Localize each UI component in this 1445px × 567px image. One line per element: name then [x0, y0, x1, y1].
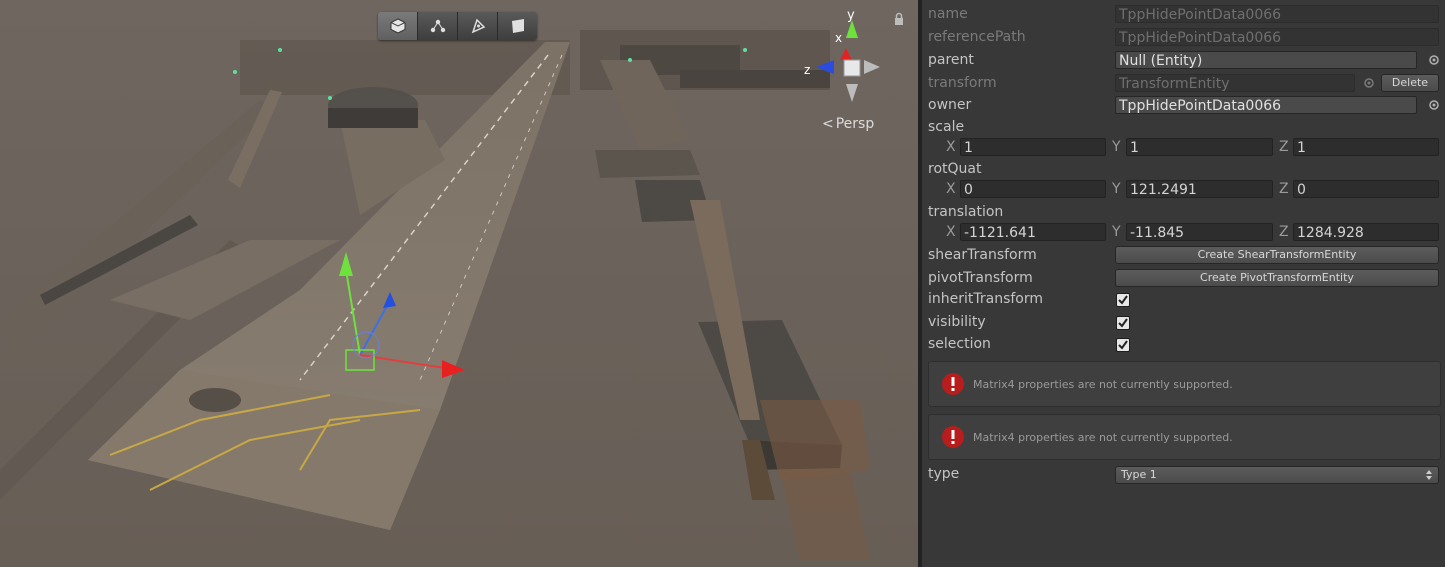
help-message: Matrix4 properties are not currently sup… — [973, 378, 1233, 391]
name-label: name — [928, 6, 968, 22]
visibility-label: visibility — [928, 314, 986, 330]
scale-y-axis-label: Y — [1112, 139, 1121, 155]
delete-button[interactable]: Delete — [1381, 74, 1439, 92]
scene-view[interactable]: y x z < Persp — [0, 0, 918, 567]
inspector-panel: name TppHidePointData0066 referencePath … — [918, 0, 1445, 567]
gizmo-y-label: y — [847, 8, 855, 23]
owner-picker-icon[interactable] — [1428, 99, 1440, 111]
scale-label: scale — [928, 119, 965, 135]
checkmark-icon — [1118, 340, 1128, 350]
rotquat-y-field[interactable]: 121.2491 — [1126, 180, 1273, 198]
translation-x-field[interactable]: -1121.641 — [960, 223, 1106, 241]
rotquat-x-field[interactable]: 0 — [960, 180, 1106, 198]
orientation-gizmo[interactable]: y x z — [800, 8, 900, 108]
name-field: TppHidePointData0066 — [1115, 5, 1439, 23]
checkmark-icon — [1118, 295, 1128, 305]
translation-label: translation — [928, 204, 1004, 220]
parent-label: parent — [928, 52, 974, 68]
lighting-mode-button[interactable] — [458, 12, 498, 40]
parent-picker-icon[interactable] — [1428, 54, 1440, 66]
inherit-transform-checkbox[interactable] — [1116, 293, 1130, 307]
type-dropdown-value: Type 1 — [1121, 468, 1157, 481]
gizmo-x-label: x — [835, 31, 842, 45]
inherit-transform-label: inheritTransform — [928, 291, 1044, 307]
selection-checkbox[interactable] — [1116, 338, 1130, 352]
pen-tool-icon — [471, 18, 485, 34]
scale-x-axis-label: X — [946, 139, 956, 155]
rotquat-y-axis-label: Y — [1112, 181, 1121, 197]
error-icon — [942, 373, 964, 395]
wireframe-mode-button[interactable] — [418, 12, 458, 40]
type-label: type — [928, 466, 960, 482]
rotquat-z-axis-label: Z — [1279, 181, 1289, 197]
rotquat-label: rotQuat — [928, 161, 982, 177]
owner-field[interactable]: TppHidePointData0066 — [1115, 96, 1417, 114]
transform-picker-icon — [1364, 78, 1374, 88]
dropdown-arrows-icon — [1426, 470, 1432, 480]
create-pivot-transform-button[interactable]: Create PivotTransformEntity — [1115, 269, 1439, 287]
translation-z-axis-label: Z — [1279, 224, 1289, 240]
gizmo-z-cone — [816, 60, 834, 74]
scene-tool-strip — [378, 12, 537, 40]
pivot-transform-label: pivotTransform — [928, 270, 1033, 286]
scale-z-field[interactable]: 1 — [1293, 138, 1439, 156]
node-graph-icon — [430, 19, 445, 33]
chevron-left-icon: < — [822, 116, 834, 132]
persp-label: Persp — [835, 116, 875, 132]
translation-y-axis-label: Y — [1112, 224, 1121, 240]
plane-icon — [511, 19, 524, 33]
type-dropdown[interactable]: Type 1 — [1115, 466, 1439, 484]
translation-y-field[interactable]: -11.845 — [1126, 223, 1273, 241]
parent-field[interactable]: Null (Entity) — [1115, 51, 1417, 69]
transform-field: TransformEntity — [1115, 74, 1355, 92]
translation-z-field[interactable]: 1284.928 — [1293, 223, 1439, 241]
rotquat-x-axis-label: X — [946, 181, 956, 197]
2d-mode-button[interactable] — [498, 12, 537, 40]
help-message: Matrix4 properties are not currently sup… — [973, 431, 1233, 444]
rotquat-z-field[interactable]: 0 — [1293, 180, 1439, 198]
shear-transform-label: shearTransform — [928, 247, 1037, 263]
scale-y-field[interactable]: 1 — [1126, 138, 1273, 156]
transform-label: transform — [928, 75, 997, 91]
translation-x-axis-label: X — [946, 224, 956, 240]
reference-path-field: TppHidePointData0066 — [1115, 28, 1439, 46]
selection-label: selection — [928, 336, 991, 352]
visibility-checkbox[interactable] — [1116, 316, 1130, 330]
scene-render[interactable] — [0, 0, 918, 567]
create-shear-transform-button[interactable]: Create ShearTransformEntity — [1115, 246, 1439, 264]
gizmo-z-label: z — [804, 63, 810, 77]
scale-z-axis-label: Z — [1279, 139, 1289, 155]
reference-path-label: referencePath — [928, 29, 1026, 45]
help-box-matrix4: Matrix4 properties are not currently sup… — [928, 361, 1441, 407]
error-icon — [942, 426, 964, 448]
gizmo-x-cone — [840, 48, 852, 60]
checkmark-icon — [1118, 318, 1128, 328]
scale-x-field[interactable]: 1 — [960, 138, 1106, 156]
help-box-matrix4: Matrix4 properties are not currently sup… — [928, 414, 1441, 460]
perspective-toggle[interactable]: < Persp — [822, 116, 874, 132]
shaded-cube-icon — [390, 18, 405, 34]
shaded-mode-button[interactable] — [378, 12, 418, 40]
owner-label: owner — [928, 97, 972, 113]
